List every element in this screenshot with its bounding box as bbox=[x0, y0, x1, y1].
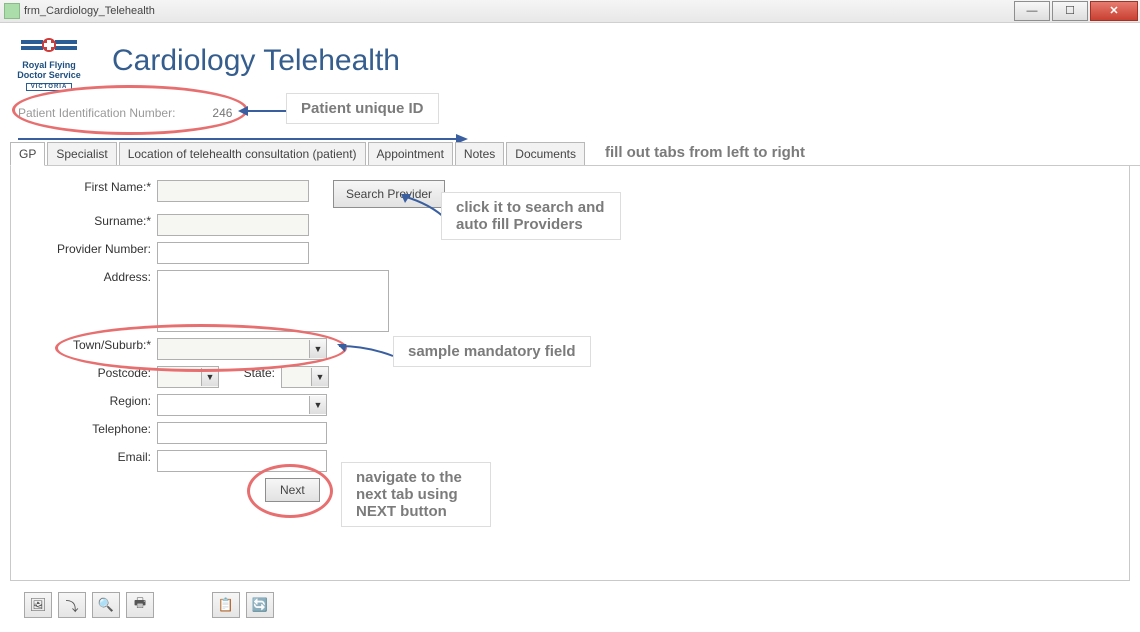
first-name-field[interactable] bbox=[157, 180, 309, 202]
label-state: State: bbox=[219, 366, 281, 380]
tab-documents[interactable]: Documents bbox=[506, 142, 585, 165]
page-title: Cardiology Telehealth bbox=[112, 44, 400, 78]
next-button[interactable]: Next bbox=[265, 478, 320, 502]
callout-next: navigate to the next tab using NEXT butt… bbox=[341, 462, 491, 527]
window-title: frm_Cardiology_Telehealth bbox=[24, 5, 155, 17]
tab-notes[interactable]: Notes bbox=[455, 142, 504, 165]
toolbar-button-2[interactable]: ⤵ bbox=[58, 592, 86, 618]
form-panel: First Name:* Search Provider click it to… bbox=[10, 166, 1130, 581]
tab-bar: GP Specialist Location of telehealth con… bbox=[10, 141, 1140, 166]
label-first-name: First Name:* bbox=[11, 180, 157, 194]
patient-id-label: Patient Identification Number: bbox=[18, 106, 175, 120]
label-telephone: Telephone: bbox=[11, 422, 157, 436]
callout-mandatory: sample mandatory field bbox=[393, 336, 591, 367]
chevron-down-icon: ▼ bbox=[311, 368, 328, 386]
toolbar-button-1[interactable]: 🖼 bbox=[24, 592, 52, 618]
chevron-down-icon: ▼ bbox=[201, 368, 218, 386]
provider-number-field[interactable] bbox=[157, 242, 309, 264]
maximize-button[interactable]: ☐ bbox=[1052, 1, 1088, 21]
telephone-field[interactable] bbox=[157, 422, 327, 444]
patient-id-section: Patient Identification Number: 246 Patie… bbox=[18, 103, 1140, 123]
tab-location[interactable]: Location of telehealth consultation (pat… bbox=[119, 142, 366, 165]
tab-appointment[interactable]: Appointment bbox=[368, 142, 453, 165]
label-provider-number: Provider Number: bbox=[11, 242, 157, 256]
postcode-combo[interactable]: ▼ bbox=[157, 366, 219, 388]
bottom-toolbar: 🖼 ⤵ 🔍 🖶 📋 🔄 bbox=[24, 592, 274, 618]
callout-search: click it to search and auto fill Provide… bbox=[441, 192, 621, 240]
label-address: Address: bbox=[11, 270, 157, 284]
email-field[interactable] bbox=[157, 450, 327, 472]
toolbar-button-5[interactable]: 📋 bbox=[212, 592, 240, 618]
address-field[interactable] bbox=[157, 270, 389, 332]
close-button[interactable]: ✕ bbox=[1090, 1, 1138, 21]
search-provider-button[interactable]: Search Provider bbox=[333, 180, 445, 208]
tab-specialist[interactable]: Specialist bbox=[47, 142, 116, 165]
region-combo[interactable]: ▼ bbox=[157, 394, 327, 416]
tab-gp[interactable]: GP bbox=[10, 142, 45, 166]
toolbar-button-6[interactable]: 🔄 bbox=[246, 592, 274, 618]
label-surname: Surname:* bbox=[11, 214, 157, 228]
toolbar-button-3[interactable]: 🔍 bbox=[92, 592, 120, 618]
window-title-bar: frm_Cardiology_Telehealth — ☐ ✕ bbox=[0, 0, 1140, 23]
arrow-icon bbox=[337, 344, 397, 362]
label-email: Email: bbox=[11, 450, 157, 464]
label-town-suburb: Town/Suburb:* bbox=[11, 338, 157, 352]
patient-id-value: 246 bbox=[179, 103, 237, 123]
chevron-down-icon: ▼ bbox=[309, 396, 326, 414]
label-region: Region: bbox=[11, 394, 157, 408]
callout-tabs: fill out tabs from left to right bbox=[605, 144, 805, 165]
rfds-logo: Royal Flying Doctor Service VICTORIA bbox=[14, 31, 84, 91]
state-combo[interactable]: ▼ bbox=[281, 366, 329, 388]
surname-field[interactable] bbox=[157, 214, 309, 236]
toolbar-button-4[interactable]: 🖶 bbox=[126, 592, 154, 618]
chevron-down-icon: ▼ bbox=[309, 340, 326, 358]
town-suburb-combo[interactable]: ▼ bbox=[157, 338, 327, 360]
arrow-icon bbox=[238, 105, 288, 121]
app-icon bbox=[4, 3, 20, 19]
minimize-button[interactable]: — bbox=[1014, 1, 1050, 21]
header: Royal Flying Doctor Service VICTORIA Car… bbox=[0, 23, 1140, 93]
label-postcode: Postcode: bbox=[11, 366, 157, 380]
callout-patient-id: Patient unique ID bbox=[286, 93, 439, 124]
